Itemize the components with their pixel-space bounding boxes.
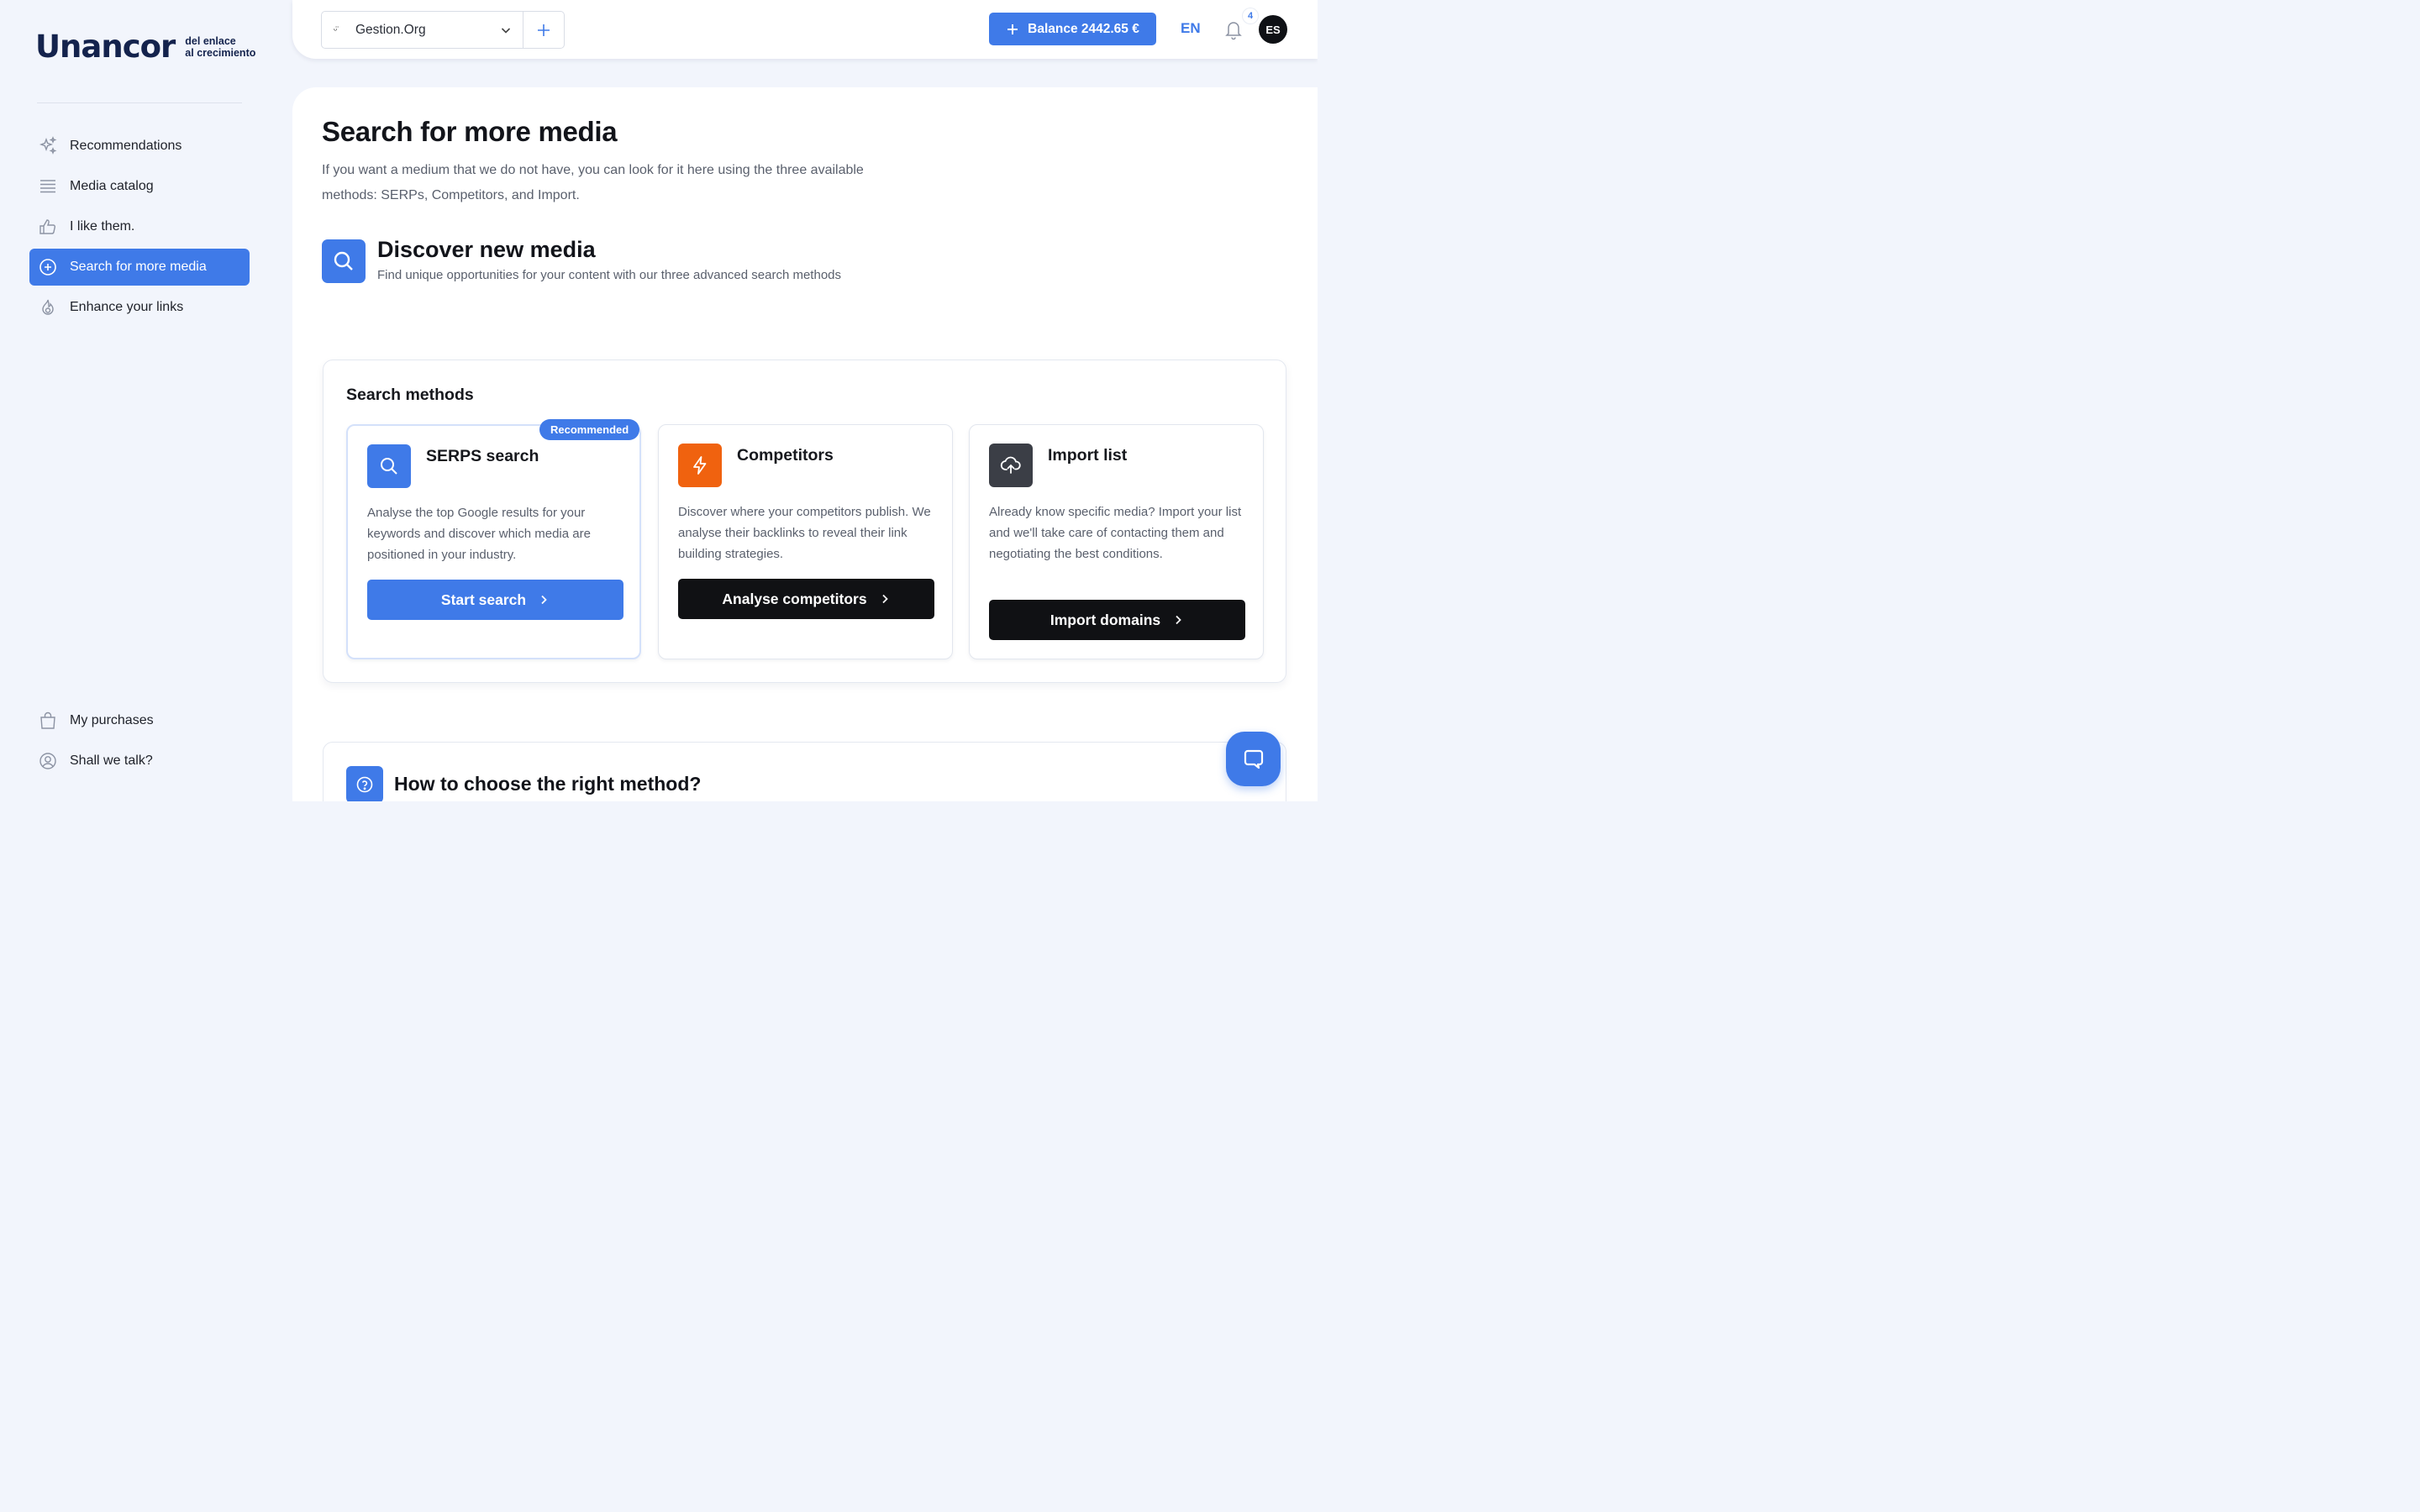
plus-icon [538, 24, 550, 36]
chat-support-button[interactable] [1226, 732, 1281, 786]
import-list-card: Import list Already know specific media?… [969, 424, 1264, 659]
user-circle-icon [38, 751, 58, 771]
sidebar-item-label: My purchases [70, 713, 154, 727]
page-title: Search for more media [322, 116, 618, 147]
sidebar-nav: Recommendations Media catalog I like the… [29, 128, 250, 329]
page-description: If you want a medium that we do not have… [322, 163, 864, 202]
card-title: Competitors [737, 446, 834, 465]
thumbs-up-icon [38, 217, 58, 237]
sidebar-item-enhance-your-links[interactable]: Enhance your links [29, 289, 250, 326]
organization-name: Gestion.Org [355, 22, 426, 37]
competitors-card: Competitors Discover where your competit… [658, 424, 953, 659]
lightning-icon [678, 444, 722, 487]
sidebar-item-label: I like them. [70, 219, 135, 234]
plus-icon [1006, 23, 1019, 36]
button-label: Import domains [1050, 611, 1161, 628]
search-icon [322, 239, 366, 283]
card-description: Already know specific media? Import your… [989, 505, 1242, 561]
chevron-right-icon [1172, 614, 1184, 626]
flame-icon [38, 297, 58, 318]
sidebar-item-label: Media catalog [70, 179, 154, 193]
chevron-right-icon [879, 593, 891, 605]
analyse-competitors-button[interactable]: Analyse competitors [678, 579, 934, 619]
import-domains-button[interactable]: Import domains [989, 600, 1245, 640]
logo-tagline-line1: del enlace [185, 34, 236, 47]
sidebar-item-shall-we-talk[interactable]: Shall we talk? [29, 743, 250, 780]
sidebar-item-label: Search for more media [70, 260, 207, 274]
logo-tagline-line2: al crecimiento [185, 46, 256, 59]
discover-subtitle: Find unique opportunities for your conte… [377, 268, 841, 282]
smiley-icon: ᵕ̈ [334, 24, 338, 35]
how-to-choose-card: How to choose the right method? [323, 742, 1286, 801]
logo-tagline: del enlace al crecimiento [185, 35, 255, 59]
add-organization-button[interactable] [523, 12, 564, 48]
organization-dropdown[interactable]: ᵕ̈ Gestion.Org [322, 12, 523, 48]
card-description: Discover where your competitors publish.… [678, 505, 931, 561]
top-bar: ᵕ̈ Gestion.Org Balance 2442.65 € EN 4 ES [292, 0, 1318, 59]
bell-icon[interactable] [1223, 18, 1244, 45]
button-label: Start search [440, 591, 527, 608]
how-to-choose-title: How to choose the right method? [394, 773, 702, 795]
app-root: Unancor del enlace al crecimiento Recomm… [0, 0, 1318, 823]
plus-circle-icon [38, 257, 58, 277]
search-icon [367, 444, 411, 488]
sidebar-item-label: Recommendations [70, 139, 182, 153]
help-circle-icon [346, 766, 383, 801]
sidebar-item-media-catalog[interactable]: Media catalog [29, 168, 250, 205]
button-label: Analyse competitors [722, 590, 867, 607]
sidebar-item-recommendations[interactable]: Recommendations [29, 128, 250, 165]
main-content: Search for more media If you want a medi… [292, 87, 1318, 801]
serps-search-card: Recommended SERPS search Analyse the top… [346, 419, 641, 659]
sidebar-item-label: Shall we talk? [70, 753, 153, 768]
sidebar: Unancor del enlace al crecimiento Recomm… [0, 0, 292, 823]
recommended-badge: Recommended [539, 419, 640, 440]
card-title: SERPS search [426, 447, 539, 465]
card-description: Analyse the top Google results for your … [367, 506, 591, 562]
sidebar-item-i-like-them[interactable]: I like them. [29, 208, 250, 245]
chevron-down-icon [499, 24, 513, 37]
upload-cloud-icon [989, 444, 1033, 487]
notification-count-badge: 4 [1243, 8, 1258, 24]
language-switcher[interactable]: EN [1181, 20, 1201, 37]
search-methods-title: Search methods [346, 386, 474, 404]
shopping-bag-icon [38, 711, 58, 731]
chevron-right-icon [538, 594, 550, 606]
sidebar-item-label: Enhance your links [70, 300, 184, 314]
sidebar-divider [37, 102, 242, 103]
chat-bubble-icon [1244, 749, 1263, 769]
brand-logo[interactable]: Unancor del enlace al crecimiento [35, 29, 255, 65]
organization-selector: ᵕ̈ Gestion.Org [321, 11, 565, 49]
list-icon [38, 176, 58, 197]
search-methods-card: Search methods Recommended SERPS search … [323, 360, 1286, 683]
sidebar-item-my-purchases[interactable]: My purchases [29, 702, 250, 739]
sidebar-bottom-nav: My purchases Shall we talk? [29, 702, 250, 783]
sparkles-icon [38, 136, 58, 156]
balance-button[interactable]: Balance 2442.65 € [989, 13, 1156, 45]
start-search-button[interactable]: Start search [367, 580, 623, 620]
discover-title: Discover new media [377, 237, 596, 262]
logo-wordmark: Unancor [35, 29, 176, 65]
sidebar-item-search-for-more-media[interactable]: Search for more media [29, 249, 250, 286]
balance-label: Balance 2442.65 € [1028, 21, 1139, 36]
card-title: Import list [1048, 446, 1128, 465]
user-avatar[interactable]: ES [1259, 15, 1287, 44]
